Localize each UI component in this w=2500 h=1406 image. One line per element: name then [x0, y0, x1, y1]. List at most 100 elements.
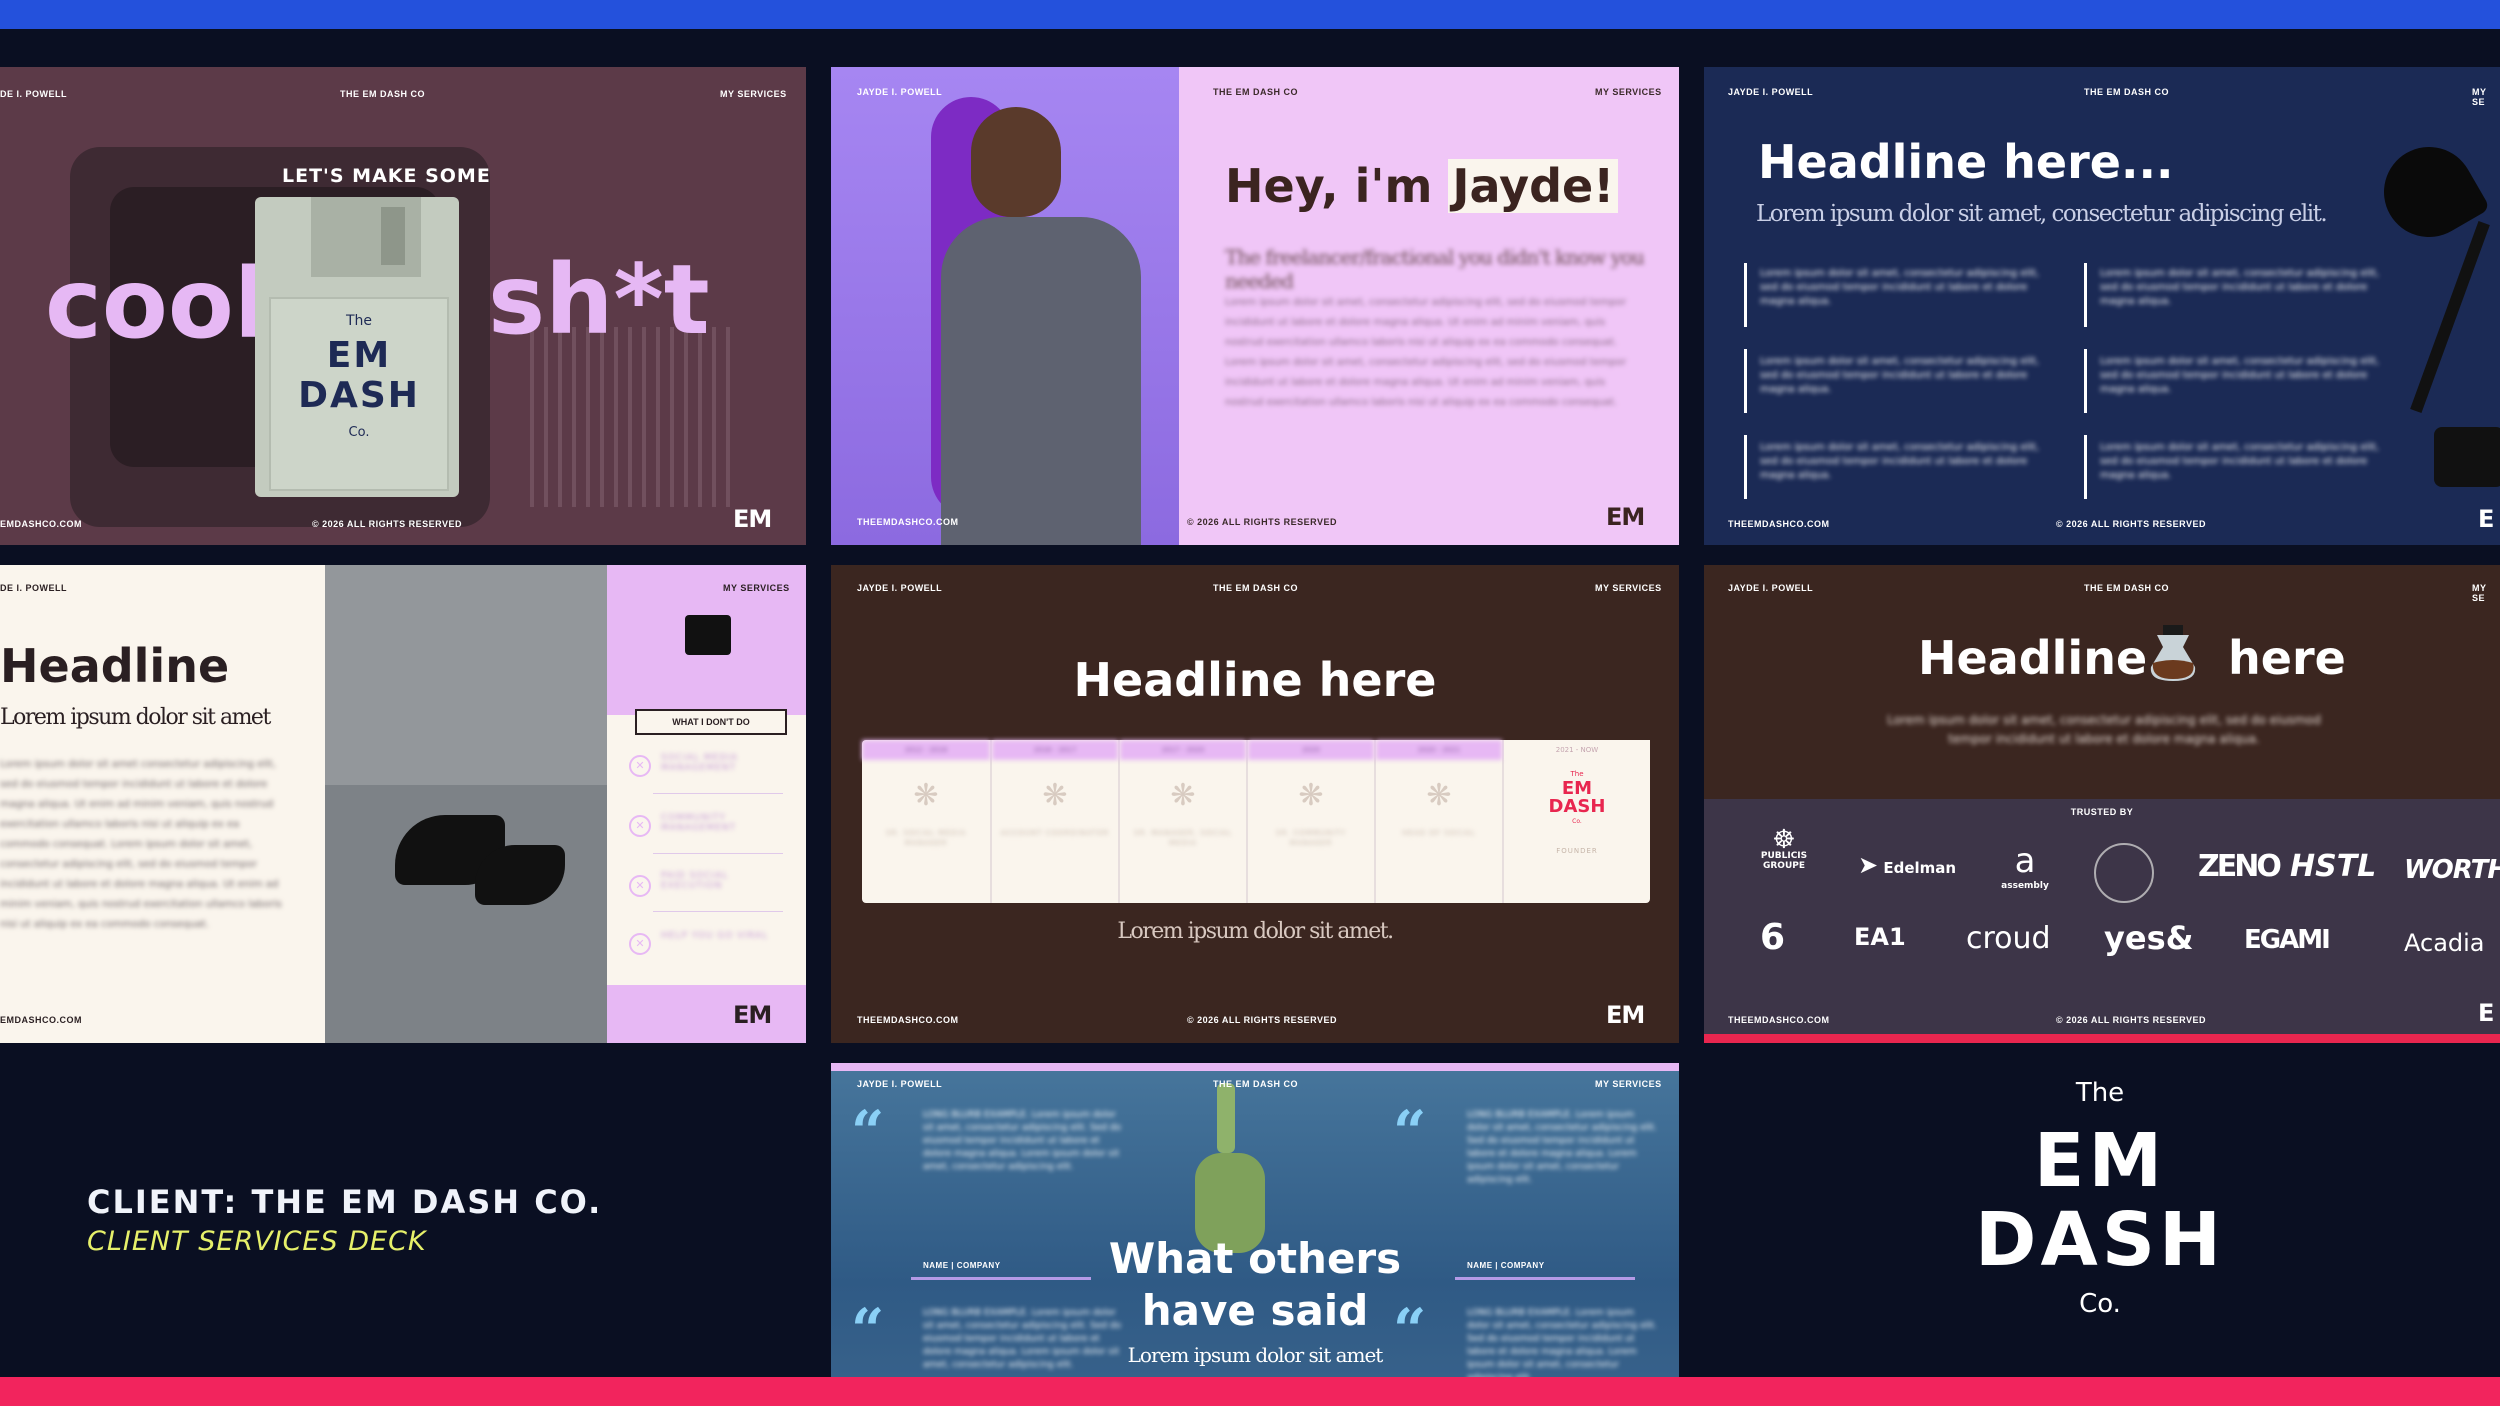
slide-company: THE EM DASH CO [1213, 583, 1299, 593]
timeline-years: 2020 - 2021 [1376, 740, 1502, 760]
what-i-dont-do-pill: WHAT I DON'T DO [635, 709, 787, 735]
hey-title: Hey, i'm Jayde! [1225, 159, 1619, 213]
word-cool: cool [45, 248, 267, 360]
mini-brand-the: The [1570, 770, 1584, 778]
word-sht: sh*t [488, 244, 710, 356]
timeline-years: 2017 - 2020 [1120, 740, 1246, 760]
logo-ea1: EA1 [1854, 923, 1906, 951]
slide-website: THEEMDASHCO.COM [857, 517, 959, 527]
slide-name: JAYDE I. POWELL [1728, 87, 1814, 97]
cell-text: Lorem ipsum dolor sit amet, consectetur … [2100, 268, 2380, 307]
slide-hey-jayde[interactable]: JAYDE I. POWELL THE EM DASH CO MY SERVIC… [831, 67, 1679, 545]
logo-assembly: a assembly [2001, 841, 2049, 891]
logo-croud: croud [1966, 921, 2051, 956]
slide-rights: © 2026 ALL RIGHTS RESERVED [2056, 519, 2207, 529]
cell-text: Lorem ipsum dolor sit amet, consectetur … [1760, 442, 2040, 481]
floppy-em: EM [326, 335, 392, 376]
logo-six-glyph: 6 [1760, 917, 1786, 958]
cell-text: Lorem ipsum dolor sit amet, consectetur … [1760, 356, 2040, 395]
cell-text: Lorem ipsum dolor sit amet, consectetur … [2100, 356, 2380, 395]
heels-photo [325, 565, 607, 1043]
headline-subtitle: Lorem ipsum dolor sit amet. [1117, 919, 1394, 944]
timeline-role: SR. MANAGER, SOCIAL MEDIA [1134, 829, 1232, 847]
deck-name: CLIENT SERVICES DECK [87, 1226, 427, 1257]
x-circle-icon: ✕ [629, 755, 651, 777]
slide-website: THEEMDASHCO.COM [1728, 1015, 1830, 1025]
slide-cool-sht[interactable]: DE I. POWELL THE EM DASH CO MY SERVICES … [0, 67, 806, 545]
timeline-role: ACCOUNT COORDINATOR [1000, 829, 1110, 837]
slide-headline-heels[interactable]: DE I. POWELL Headline Lorem ipsum dolor … [0, 565, 806, 1043]
hey-title-name: Jayde! [1448, 159, 1619, 213]
heel-shoe [475, 845, 565, 905]
timeline-years: 2016 - 2017 [992, 740, 1118, 760]
timeline-item: 2012 - 2016 ❋ SR. SOCIAL MEDIA MANAGER [862, 740, 992, 903]
hey-title-pre: Hey, i'm [1225, 159, 1449, 213]
brand-dash: DASH [1975, 1197, 2225, 1283]
brand-co: Co. [2079, 1289, 2121, 1319]
slide-name: JAYDE I. POWELL [1728, 583, 1814, 593]
coffee-pot-icon [2150, 625, 2196, 681]
x-circle-icon: ✕ [629, 933, 651, 955]
hey-body: Lorem ipsum dolor sit amet, consectetur … [1225, 297, 1627, 408]
slide-services: MY SERVICES [723, 583, 790, 593]
service-item: HELP YOU GO VIRAL [661, 931, 769, 941]
slide-services: MY SE [2472, 583, 2487, 603]
brand-the: The [2075, 1078, 2125, 1108]
floppy-dash: DASH [298, 375, 420, 416]
timeline-role: FOUNDER [1556, 847, 1598, 855]
em-logo: EM [733, 505, 772, 533]
mini-brand-dash: DASH [1548, 796, 1606, 817]
title-line-1: What others [1108, 1234, 1402, 1283]
slide-rights: © 2026 ALL RIGHTS RESERVED [1187, 1015, 1338, 1025]
slide-company: THE EM DASH CO [2084, 87, 2170, 97]
slide-name: JAYDE I. POWELL [857, 583, 943, 593]
flower-icon: ❋ [1298, 778, 1324, 813]
slide-company: THE EM DASH CO [340, 89, 426, 99]
headline: Headline here... [1758, 135, 2174, 189]
slide-trusted-by[interactable]: JAYDE I. POWELL THE EM DASH CO MY SE Hea… [1704, 565, 2500, 1043]
testimonial-text: LONG BLURB EXAMPLE. Lorem ipsum dolor si… [1467, 1110, 1657, 1185]
services-sidebar: MY SERVICES WHAT I DON'T DO ✕ SOCIAL MED… [607, 565, 806, 1043]
trusted-by-label: TRUSTED BY [2070, 807, 2134, 817]
service-item: COMMUNITY MANAGEMENT [661, 813, 736, 833]
timeline-years: 2021 - NOW [1504, 740, 1650, 760]
slide-website: THEEMDASHCO.COM [1728, 519, 1830, 529]
slide-timeline[interactable]: JAYDE I. POWELL THE EM DASH CO MY SERVIC… [831, 565, 1679, 1043]
slide-headline-lamp[interactable]: JAYDE I. POWELL THE EM DASH CO MY SE Hea… [1704, 67, 2500, 545]
slide-name: DE I. POWELL [0, 583, 68, 593]
em-logo: EM [733, 1001, 772, 1029]
slide-company: THE EM DASH CO [1213, 87, 1299, 97]
testimonials-title: What others have said [1051, 1233, 1459, 1337]
logo-publicis: ☸ PUBLICIS GROUPE [1760, 825, 1808, 871]
slide-name: DE I. POWELL [0, 89, 68, 99]
em-logo: E [2478, 505, 2494, 533]
title-line-2: have said [1141, 1286, 1369, 1335]
logo-acadia: Acadia [2404, 929, 2485, 957]
headline-subtitle: Lorem ipsum dolor sit amet [0, 705, 271, 730]
testimonial-text: LONG BLURB EXAMPLE. Lorem ipsum dolor si… [1467, 1308, 1657, 1377]
em-logo: E [2478, 999, 2494, 1027]
flower-icon: ❋ [1170, 778, 1196, 813]
testimonial-author: NAME | COMPANY [923, 1261, 1001, 1270]
logo-yes: yes& [2104, 919, 2194, 957]
slide-rights: © 2026 ALL RIGHTS RESERVED [312, 519, 463, 529]
timeline-role: HEAD OF SOCIAL [1402, 829, 1476, 837]
floppy-disk: The EM DASH Co. [255, 197, 459, 497]
body-text: Lorem ipsum dolor sit amet consectetur a… [0, 759, 282, 930]
headline-subtitle: Lorem ipsum dolor sit amet, consectetur … [1887, 713, 2321, 746]
service-item: SOCIAL MEDIA MANAGEMENT [661, 753, 738, 773]
timeline-item: 2020 ❋ SR. COMMUNITY MANAGER [1248, 740, 1376, 903]
em-logo: EM [1606, 1001, 1645, 1029]
timeline-years: 2020 [1248, 740, 1374, 760]
client-name: CLIENT: THE EM DASH CO. [87, 1183, 603, 1221]
slide-company: THE EM DASH CO [2084, 583, 2170, 593]
logo-zeno: ZENO [2198, 849, 2282, 884]
floppy-co: Co. [348, 425, 370, 440]
timeline-item-current: 2021 - NOW The EM DASH Co. FOUNDER [1504, 740, 1650, 903]
slide-website: EMDASHCO.COM [0, 1015, 82, 1025]
phone-cord [1217, 1083, 1235, 1153]
bottom-accent-bar [0, 1377, 2500, 1406]
slide-testimonials[interactable]: JAYDE I. POWELL THE EM DASH CO MY SERVIC… [831, 1063, 1679, 1377]
timeline-years: 2012 - 2016 [862, 740, 990, 760]
slide-services: MY SE [2472, 87, 2487, 107]
